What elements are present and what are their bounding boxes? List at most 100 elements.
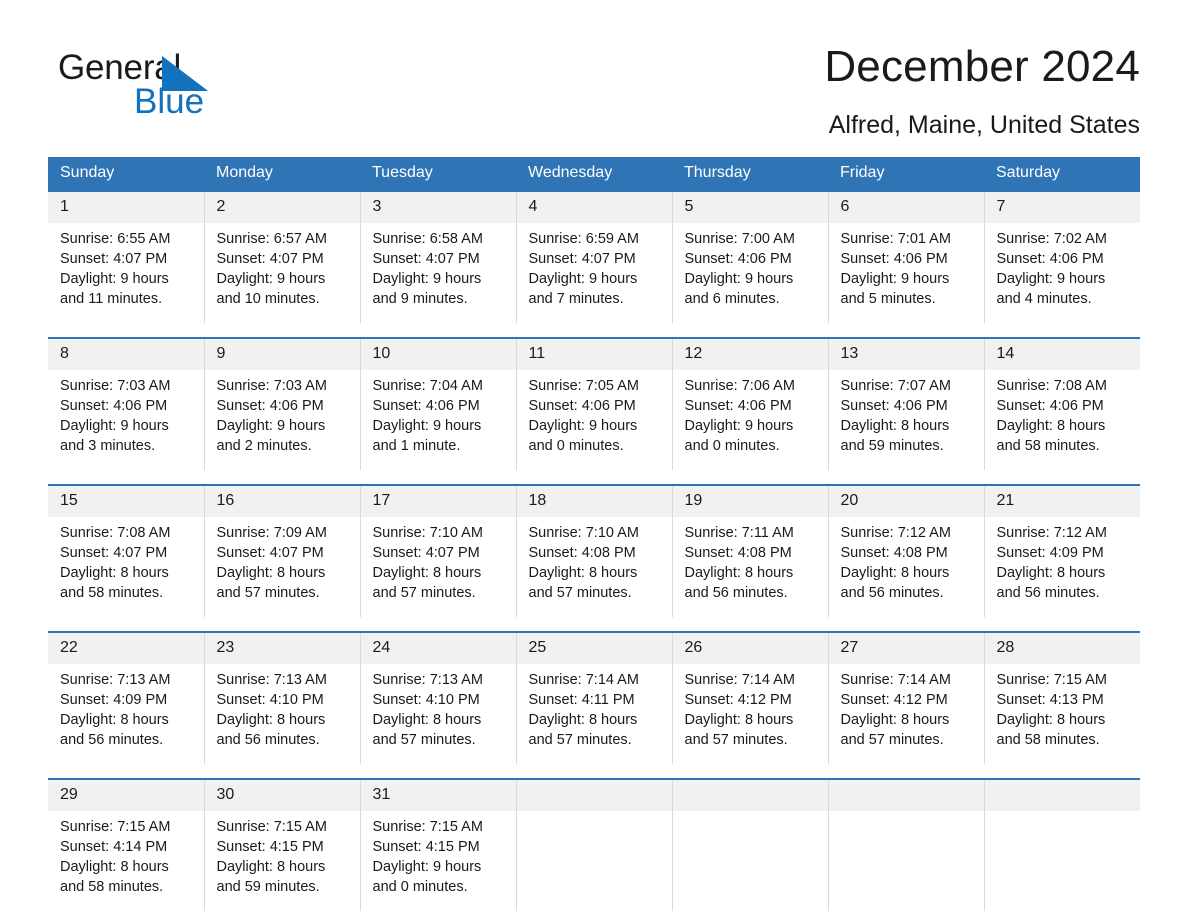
day-cell[interactable]: 12 Sunrise: 7:06 AM Sunset: 4:06 PM Dayligh… [672, 337, 829, 470]
day-cell[interactable]: 26 Sunrise: 7:14 AM Sunset: 4:12 PM Dayligh… [672, 631, 829, 764]
sunrise-text: Sunrise: 7:00 AM [684, 231, 795, 247]
week-spacer [48, 617, 1140, 632]
day-number [828, 780, 984, 811]
calendar-week-row: 29 Sunrise: 7:15 AM Sunset: 4:14 PM Dayligh… [48, 778, 1140, 911]
daylight-text-line1: Daylight: 8 hours [60, 859, 169, 875]
day-cell-empty [984, 778, 1140, 911]
sunrise-text: Sunrise: 7:06 AM [684, 378, 795, 394]
sunrise-text: Sunrise: 7:08 AM [996, 378, 1107, 394]
day-cell[interactable]: 4 Sunrise: 6:59 AM Sunset: 4:07 PM Daylight… [516, 190, 673, 323]
day-cell[interactable]: 2 Sunrise: 6:57 AM Sunset: 4:07 PM Daylight… [204, 190, 361, 323]
daylight-text-line2: and 56 minutes. [840, 585, 944, 601]
day-cell[interactable]: 6 Sunrise: 7:01 AM Sunset: 4:06 PM Daylight… [828, 190, 985, 323]
day-cell[interactable]: 22 Sunrise: 7:13 AM Sunset: 4:09 PM Dayligh… [48, 631, 205, 764]
sunset-text: Sunset: 4:06 PM [528, 398, 636, 414]
day-cell[interactable]: 17 Sunrise: 7:10 AM Sunset: 4:07 PM Dayligh… [360, 484, 517, 617]
day-cell[interactable]: 18 Sunrise: 7:10 AM Sunset: 4:08 PM Dayligh… [516, 484, 673, 617]
day-cell[interactable]: 19 Sunrise: 7:11 AM Sunset: 4:08 PM Dayligh… [672, 484, 829, 617]
day-number: 19 [672, 486, 828, 517]
daylight-text-line2: and 10 minutes. [216, 291, 320, 307]
day-cell[interactable]: 11 Sunrise: 7:05 AM Sunset: 4:06 PM Dayligh… [516, 337, 673, 470]
day-cell[interactable]: 25 Sunrise: 7:14 AM Sunset: 4:11 PM Dayligh… [516, 631, 673, 764]
day-details: Sunrise: 7:15 AM Sunset: 4:15 PM Daylight:… [361, 811, 516, 911]
calendar-body: 1 Sunrise: 6:55 AM Sunset: 4:07 PM Daylight… [48, 190, 1141, 911]
sunset-text: Sunset: 4:13 PM [996, 692, 1104, 708]
day-cell-empty [828, 778, 985, 911]
sunset-text: Sunset: 4:06 PM [996, 251, 1104, 267]
weekday-header-wednesday: Wednesday [516, 157, 672, 191]
day-details: Sunrise: 7:13 AM Sunset: 4:09 PM Daylight:… [48, 664, 204, 764]
day-details: Sunrise: 7:14 AM Sunset: 4:11 PM Daylight:… [517, 664, 672, 764]
daylight-text-line1: Daylight: 8 hours [372, 712, 482, 728]
calendar-table: Sunday Monday Tuesday Wednesday Thursday… [48, 157, 1140, 911]
sunset-text: Sunset: 4:07 PM [60, 251, 168, 267]
day-cell[interactable]: 15 Sunrise: 7:08 AM Sunset: 4:07 PM Dayligh… [48, 484, 205, 617]
weekday-header-sunday: Sunday [48, 157, 204, 191]
day-details: Sunrise: 6:59 AM Sunset: 4:07 PM Daylight:… [517, 223, 672, 323]
daylight-text-line2: and 11 minutes. [60, 291, 163, 307]
daylight-text-line1: Daylight: 8 hours [840, 418, 950, 434]
sunrise-text: Sunrise: 7:15 AM [372, 819, 483, 835]
weekday-header-monday: Monday [204, 157, 360, 191]
daylight-text-line2: and 0 minutes. [528, 438, 624, 454]
sunrise-text: Sunrise: 7:14 AM [840, 672, 951, 688]
daylight-text-line1: Daylight: 8 hours [216, 859, 326, 875]
day-details: Sunrise: 7:14 AM Sunset: 4:12 PM Daylight:… [673, 664, 828, 764]
daylight-text-line1: Daylight: 9 hours [996, 271, 1106, 287]
day-cell[interactable]: 9 Sunrise: 7:03 AM Sunset: 4:06 PM Daylight… [204, 337, 361, 470]
day-cell[interactable]: 23 Sunrise: 7:13 AM Sunset: 4:10 PM Dayligh… [204, 631, 361, 764]
day-details: Sunrise: 7:10 AM Sunset: 4:07 PM Daylight:… [361, 517, 516, 617]
day-number [672, 780, 828, 811]
day-details: Sunrise: 7:06 AM Sunset: 4:06 PM Daylight:… [673, 370, 828, 470]
daylight-text-line2: and 6 minutes. [684, 291, 780, 307]
daylight-text-line2: and 9 minutes. [372, 291, 468, 307]
daylight-text-line1: Daylight: 9 hours [684, 418, 794, 434]
title-block: December 2024 Alfred, Maine, United Stat… [420, 40, 1140, 142]
day-cell[interactable]: 30 Sunrise: 7:15 AM Sunset: 4:15 PM Dayligh… [204, 778, 361, 911]
general-blue-logo[interactable]: General Blue [58, 50, 318, 140]
day-cell[interactable]: 24 Sunrise: 7:13 AM Sunset: 4:10 PM Dayligh… [360, 631, 517, 764]
day-cell[interactable]: 31 Sunrise: 7:15 AM Sunset: 4:15 PM Dayligh… [360, 778, 517, 911]
daylight-text-line2: and 57 minutes. [372, 732, 476, 748]
daylight-text-line2: and 3 minutes. [60, 438, 156, 454]
daylight-text-line1: Daylight: 9 hours [60, 271, 169, 287]
weekday-header-friday: Friday [828, 157, 984, 191]
day-cell[interactable]: 1 Sunrise: 6:55 AM Sunset: 4:07 PM Daylight… [48, 190, 205, 323]
sunrise-text: Sunrise: 7:05 AM [528, 378, 639, 394]
day-details: Sunrise: 7:03 AM Sunset: 4:06 PM Daylight:… [48, 370, 204, 470]
day-cell[interactable]: 3 Sunrise: 6:58 AM Sunset: 4:07 PM Daylight… [360, 190, 517, 323]
day-number: 5 [672, 192, 828, 223]
day-cell[interactable]: 16 Sunrise: 7:09 AM Sunset: 4:07 PM Dayligh… [204, 484, 361, 617]
week-spacer-cell [48, 470, 1140, 485]
day-number: 29 [48, 780, 204, 811]
day-cell[interactable]: 5 Sunrise: 7:00 AM Sunset: 4:06 PM Daylight… [672, 190, 829, 323]
day-number: 2 [204, 192, 360, 223]
day-cell[interactable]: 27 Sunrise: 7:14 AM Sunset: 4:12 PM Dayligh… [828, 631, 985, 764]
day-number [984, 780, 1140, 811]
calendar-page: General Blue December 2024 Alfred, Maine… [0, 0, 1188, 918]
day-details [829, 811, 984, 911]
day-cell[interactable]: 10 Sunrise: 7:04 AM Sunset: 4:06 PM Dayligh… [360, 337, 517, 470]
day-cell[interactable]: 13 Sunrise: 7:07 AM Sunset: 4:06 PM Dayligh… [828, 337, 985, 470]
day-number: 18 [516, 486, 672, 517]
sunrise-text: Sunrise: 7:01 AM [840, 231, 951, 247]
daylight-text-line2: and 57 minutes. [528, 732, 632, 748]
daylight-text-line1: Daylight: 9 hours [216, 418, 326, 434]
day-cell[interactable]: 20 Sunrise: 7:12 AM Sunset: 4:08 PM Dayligh… [828, 484, 985, 617]
day-cell[interactable]: 7 Sunrise: 7:02 AM Sunset: 4:06 PM Daylight… [984, 190, 1140, 323]
sunset-text: Sunset: 4:09 PM [996, 545, 1104, 561]
daylight-text-line2: and 58 minutes. [996, 438, 1100, 454]
logo-text-blue: Blue [134, 82, 205, 121]
sunrise-text: Sunrise: 7:02 AM [996, 231, 1107, 247]
day-cell[interactable]: 29 Sunrise: 7:15 AM Sunset: 4:14 PM Dayligh… [48, 778, 205, 911]
day-number: 20 [828, 486, 984, 517]
day-cell[interactable]: 14 Sunrise: 7:08 AM Sunset: 4:06 PM Dayligh… [984, 337, 1140, 470]
sunset-text: Sunset: 4:06 PM [840, 398, 948, 414]
calendar-header-row: Sunday Monday Tuesday Wednesday Thursday… [48, 157, 1140, 191]
week-spacer-cell [48, 764, 1140, 779]
day-cell[interactable]: 21 Sunrise: 7:12 AM Sunset: 4:09 PM Dayligh… [984, 484, 1141, 617]
page-subtitle: Alfred, Maine, United States [828, 111, 1140, 139]
day-details: Sunrise: 7:12 AM Sunset: 4:09 PM Daylight:… [985, 517, 1141, 617]
day-cell[interactable]: 8 Sunrise: 7:03 AM Sunset: 4:06 PM Daylight… [48, 337, 205, 470]
day-cell[interactable]: 28 Sunrise: 7:15 AM Sunset: 4:13 PM Dayligh… [984, 631, 1140, 764]
